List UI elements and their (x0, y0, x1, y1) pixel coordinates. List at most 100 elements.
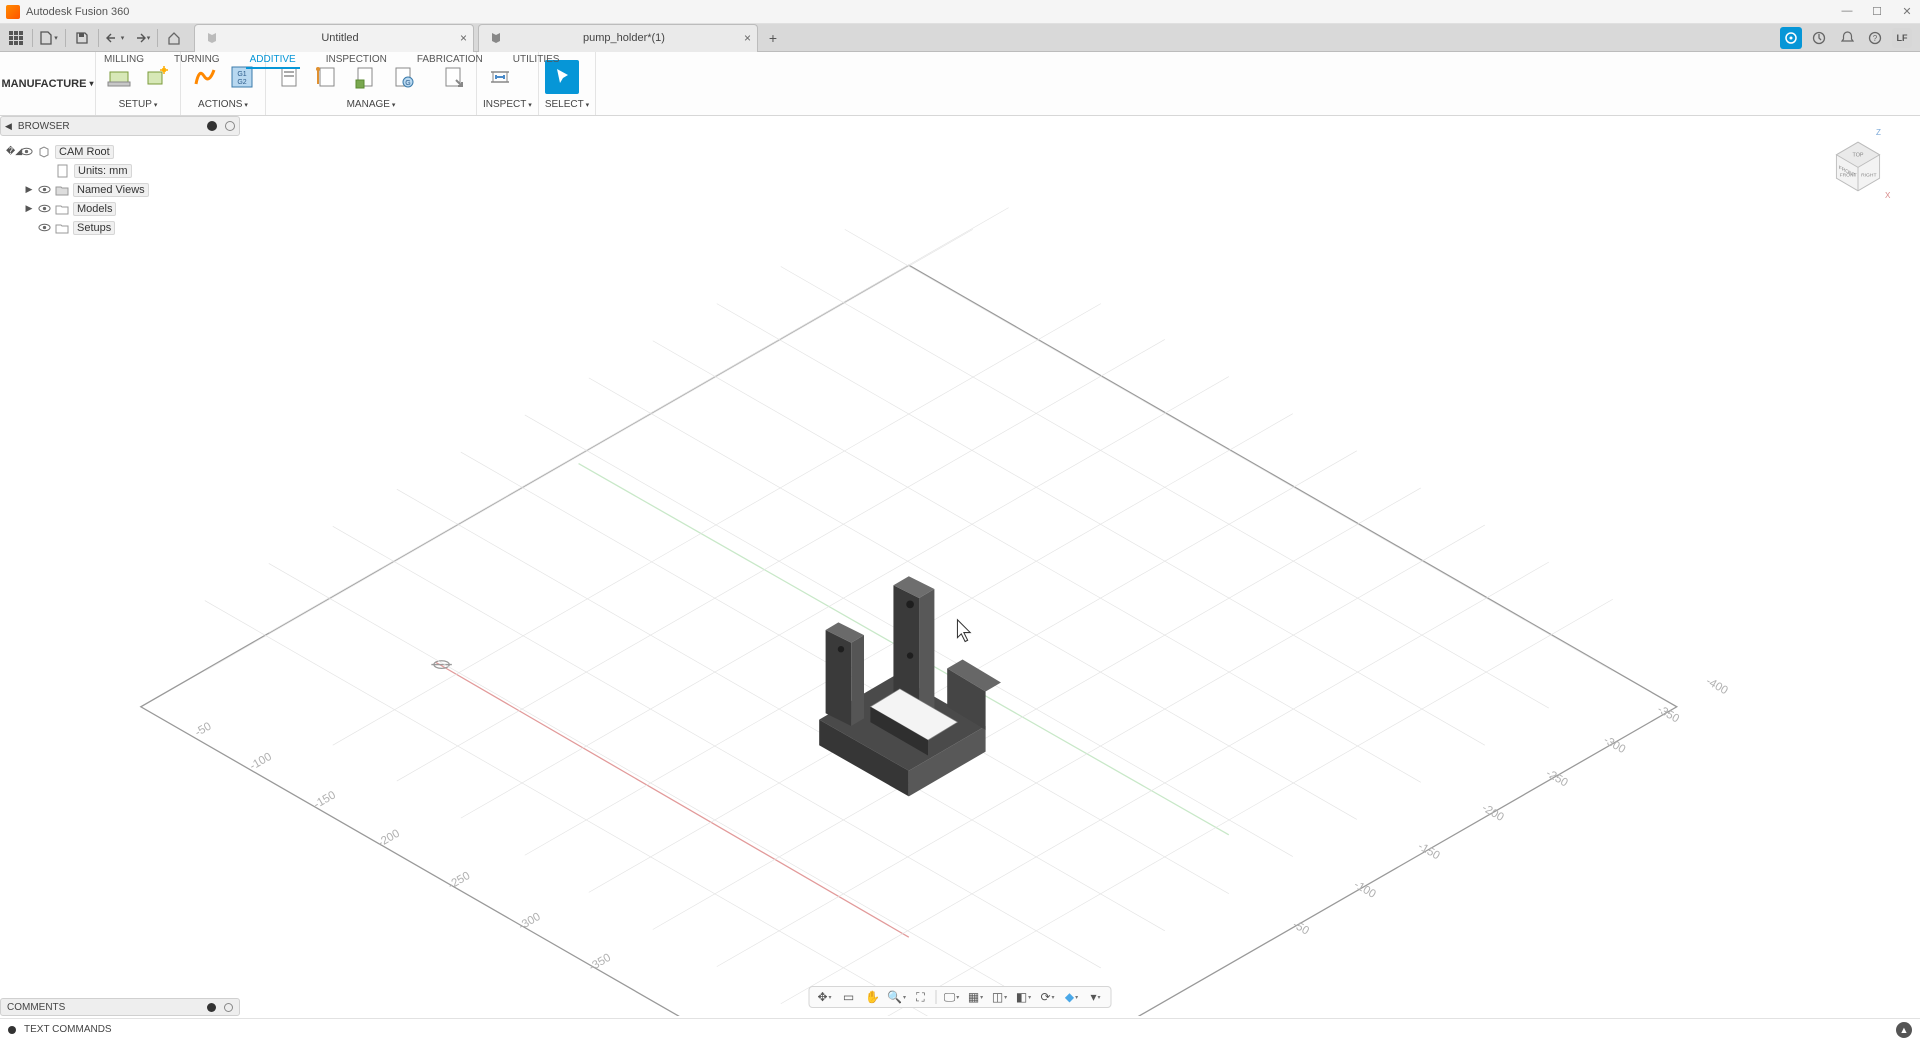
grid-settings-button[interactable]: ▦ (965, 988, 987, 1006)
tab-close-button[interactable]: × (744, 31, 751, 45)
axis-z-label: Z (1876, 128, 1881, 137)
workspace-label: MANUFACTURE (2, 78, 87, 90)
node-label: CAM Root (55, 145, 114, 159)
comments-radio-icon[interactable] (224, 1003, 233, 1012)
refresh-button[interactable]: ⟳ (1037, 988, 1059, 1006)
panel-label-inspect[interactable]: INSPECT (483, 99, 532, 115)
scene-svg: -50 -100 -150 -200 -250 -300 -350 -50 -1… (0, 116, 1920, 1016)
node-label: Named Views (73, 183, 149, 197)
svg-text:?: ? (1873, 34, 1878, 43)
status-dot-icon (8, 1026, 16, 1034)
orbit-button[interactable]: ✥ (814, 988, 836, 1006)
cursor-icon (957, 620, 970, 642)
minimize-button[interactable]: — (1840, 5, 1854, 18)
title-bar: Autodesk Fusion 360 — ☐ ✕ (0, 0, 1920, 24)
new-tab-button[interactable]: + (762, 24, 784, 52)
effects-button[interactable]: ◆ (1061, 988, 1083, 1006)
collapse-icon[interactable]: ▶ (5, 121, 12, 132)
tab-close-button[interactable]: × (460, 31, 467, 45)
status-bar: TEXT COMMANDS ▲ (0, 1018, 1920, 1040)
ribbon-tab-fabrication[interactable]: FABRICATION (413, 52, 487, 69)
svg-text:G1: G1 (237, 71, 246, 78)
comments-panel-header[interactable]: COMMENTS (0, 998, 240, 1016)
tree-node-units[interactable]: Units: mm (2, 161, 238, 180)
visual-style-button[interactable]: ◧ (1013, 988, 1035, 1006)
visibility-icon[interactable] (38, 221, 51, 234)
svg-text:-250: -250 (446, 870, 472, 892)
document-tabs: Untitled × pump_holder*(1) × + (194, 24, 1778, 52)
document-tab-untitled[interactable]: Untitled × (194, 24, 474, 52)
svg-text:RIGHT: RIGHT (1861, 172, 1876, 178)
ribbon-tabs: MILLING TURNING ADDITIVE INSPECTION FABR… (100, 52, 563, 69)
look-at-button[interactable]: ▭ (838, 988, 860, 1006)
undo-button[interactable] (103, 27, 127, 49)
job-status-button[interactable] (1808, 27, 1830, 49)
app-logo-icon (6, 5, 20, 19)
pan-button[interactable]: ✋ (862, 988, 884, 1006)
browser-toggle-dot-icon[interactable] (207, 121, 217, 131)
ribbon-tab-milling[interactable]: MILLING (100, 52, 148, 69)
status-info-icon[interactable]: ▲ (1896, 1022, 1912, 1038)
app-right-icons: ? LF (1780, 27, 1916, 49)
close-button[interactable]: ✕ (1900, 5, 1914, 18)
svg-text:-150: -150 (312, 789, 338, 811)
panel-label-select[interactable]: SELECT (545, 99, 589, 115)
visibility-icon[interactable] (20, 145, 33, 158)
ribbon-tab-additive[interactable]: ADDITIVE (246, 52, 300, 69)
view-cube[interactable]: Z TOP FRONT FRONT RIGHT X (1822, 126, 1894, 206)
save-button[interactable] (70, 27, 94, 49)
status-text: TEXT COMMANDS (24, 1024, 112, 1035)
svg-text:-100: -100 (1352, 879, 1378, 901)
comments-dot-icon[interactable] (207, 1003, 216, 1012)
model-pump-holder (819, 576, 1001, 796)
component-icon (37, 145, 51, 159)
visibility-icon[interactable] (38, 202, 51, 215)
tree-node-setups[interactable]: Setups (2, 218, 238, 237)
file-menu-button[interactable] (37, 27, 61, 49)
quick-access-toolbar: Untitled × pump_holder*(1) × + ? LF (0, 24, 1920, 52)
tree-node-cam-root[interactable]: �◢ CAM Root (2, 142, 238, 161)
panel-label-setup[interactable]: SETUP (102, 99, 174, 115)
comments-label: COMMENTS (7, 1002, 65, 1013)
ribbon-tab-turning[interactable]: TURNING (170, 52, 224, 69)
svg-text:-200: -200 (1480, 802, 1506, 824)
document-icon (56, 164, 70, 178)
browser-header[interactable]: ▶ BROWSER (0, 116, 240, 136)
redo-button[interactable] (129, 27, 153, 49)
document-tab-pump-holder[interactable]: pump_holder*(1) × (478, 24, 758, 52)
display-settings-button[interactable]: 🖵 (941, 988, 963, 1006)
folder-icon (55, 183, 69, 197)
viewport-layout-button[interactable]: ◫ (989, 988, 1011, 1006)
home-button[interactable] (162, 27, 186, 49)
expand-toggle-icon[interactable]: �◢ (6, 146, 16, 157)
panel-label-actions[interactable]: ACTIONS (187, 99, 259, 115)
notifications-button[interactable] (1836, 27, 1858, 49)
viewport-3d[interactable]: -50 -100 -150 -200 -250 -300 -350 -50 -1… (0, 116, 1920, 1016)
visibility-icon[interactable] (38, 183, 51, 196)
svg-text:-300: -300 (517, 911, 543, 933)
tree-node-models[interactable]: ▶ Models (2, 199, 238, 218)
app-title: Autodesk Fusion 360 (26, 6, 129, 18)
zoom-button[interactable]: 🔍 (886, 988, 908, 1006)
folder-icon (55, 221, 69, 235)
user-avatar[interactable]: LF (1892, 28, 1912, 48)
folder-icon (55, 202, 69, 216)
ribbon-tab-utilities[interactable]: UTILITIES (509, 52, 564, 69)
tree-node-named-views[interactable]: ▶ Named Views (2, 180, 238, 199)
fit-button[interactable]: ⛶ (910, 988, 932, 1006)
svg-text:-400: -400 (1704, 675, 1730, 697)
workspace-switcher[interactable]: MANUFACTURE (0, 52, 96, 115)
object-visibility-button[interactable]: ▾ (1085, 988, 1107, 1006)
panel-label-manage[interactable]: MANAGE (272, 99, 470, 115)
expand-toggle-icon[interactable]: ▶ (24, 184, 34, 195)
svg-text:FRONT: FRONT (1840, 172, 1857, 178)
expand-toggle-icon[interactable]: ▶ (24, 203, 34, 214)
axis-x-label: X (1885, 191, 1891, 200)
browser-toggle-radio-icon[interactable] (225, 121, 235, 131)
browser-tree: �◢ CAM Root Units: mm ▶ Named Views ▶ Mo… (0, 136, 240, 243)
ribbon-tab-inspection[interactable]: INSPECTION (322, 52, 391, 69)
maximize-button[interactable]: ☐ (1870, 5, 1884, 18)
help-button[interactable]: ? (1864, 27, 1886, 49)
data-panel-button[interactable] (4, 27, 28, 49)
extensions-button[interactable] (1780, 27, 1802, 49)
